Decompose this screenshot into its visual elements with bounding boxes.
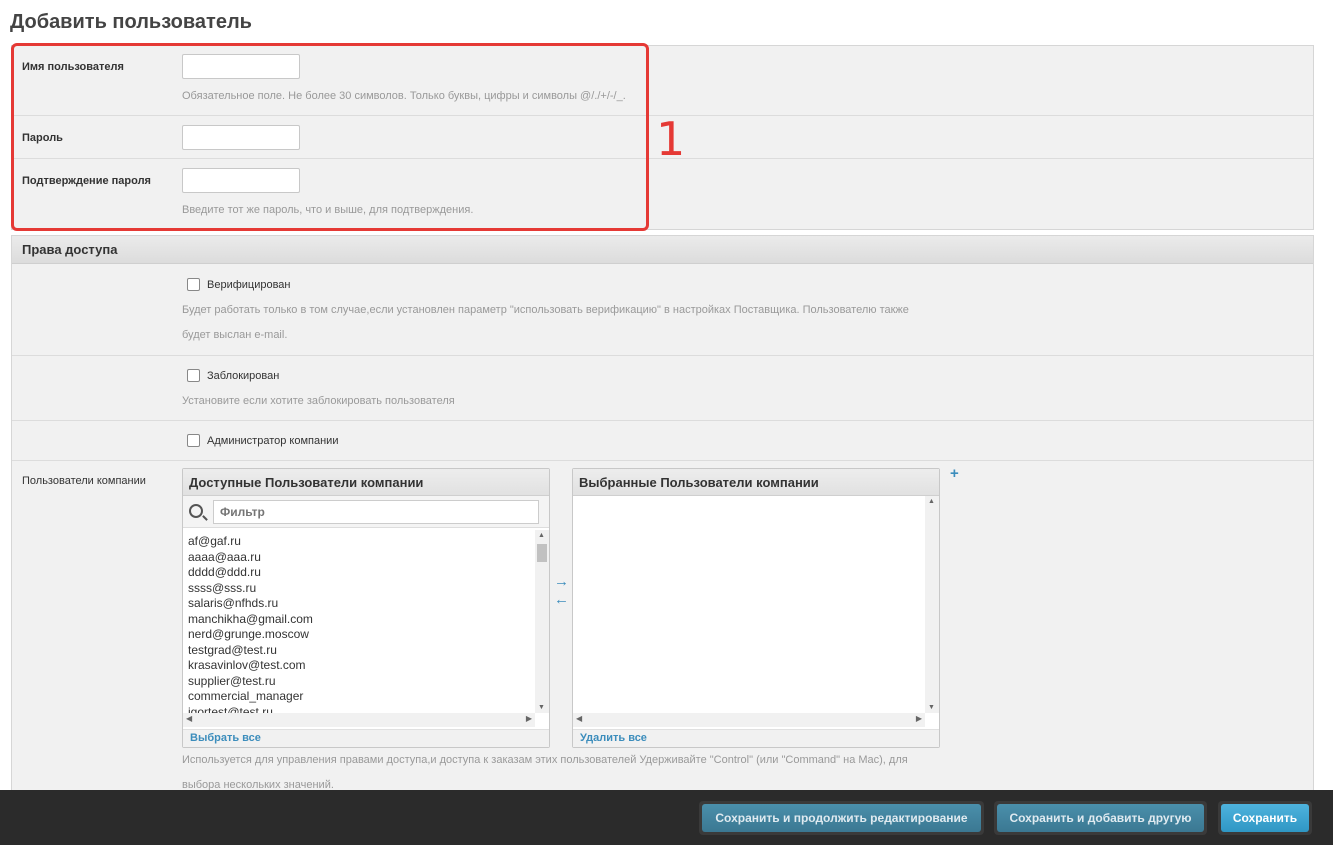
admin-row: Администратор компании — [12, 421, 1313, 461]
chosen-users-box: Выбранные Пользователи компании ▲ ▼ ◀ ▶ … — [572, 468, 940, 748]
annotation-number: 1 — [656, 112, 686, 166]
available-users-title: Доступные Пользователи компании — [183, 469, 549, 496]
scroll-right-icon[interactable]: ▶ — [526, 714, 532, 723]
verified-help: Будет работать только в том случае,если … — [182, 304, 909, 316]
save-button[interactable]: Сохранить — [1218, 801, 1312, 835]
remove-all-link[interactable]: Удалить все — [573, 729, 939, 747]
company-users-help: Используется для управления правами дост… — [182, 754, 908, 766]
available-user-option[interactable]: igortest@test.ru — [188, 705, 530, 714]
available-user-option[interactable]: testgrad@test.ru — [188, 643, 530, 659]
scroll-left-icon[interactable]: ◀ — [576, 714, 582, 723]
page-title: Добавить пользователь — [10, 11, 252, 33]
blocked-row: Заблокирован Установите если хотите забл… — [12, 356, 1313, 421]
blocked-checkbox[interactable] — [187, 369, 200, 382]
save-continue-label: Сохранить и продолжить редактирование — [702, 804, 981, 832]
available-user-option[interactable]: af@gaf.ru — [188, 534, 530, 550]
save-continue-button[interactable]: Сохранить и продолжить редактирование — [699, 801, 984, 835]
available-user-option[interactable]: commercial_manager — [188, 689, 530, 705]
scroll-thumb[interactable] — [537, 544, 547, 562]
verified-label: Верифицирован — [207, 279, 291, 291]
chosen-users-title: Выбранные Пользователи компании — [573, 469, 939, 496]
admin-label: Администратор компании — [207, 435, 339, 447]
blocked-label: Заблокирован — [207, 370, 280, 382]
save-add-another-label: Сохранить и добавить другую — [997, 804, 1204, 832]
add-user-plus-icon[interactable]: + — [950, 465, 959, 482]
add-arrow-icon[interactable]: → — [554, 573, 569, 590]
remove-arrow-icon[interactable]: ← — [554, 591, 569, 608]
search-icon — [189, 504, 203, 518]
scroll-down-icon[interactable]: ▼ — [928, 704, 935, 711]
blocked-help: Установите если хотите заблокировать пол… — [182, 395, 455, 407]
filter-bar — [183, 496, 549, 528]
available-user-option[interactable]: ssss@sss.ru — [188, 581, 530, 597]
chosen-users-list[interactable] — [573, 496, 925, 713]
available-user-option[interactable]: dddd@ddd.ru — [188, 565, 530, 581]
company-users-row: Пользователи компании Доступные Пользова… — [12, 461, 1313, 796]
select-all-link[interactable]: Выбрать все — [183, 729, 549, 747]
submit-row: Сохранить и продолжить редактирование Со… — [0, 790, 1333, 845]
scroll-right-icon[interactable]: ▶ — [916, 714, 922, 723]
available-vertical-scrollbar[interactable]: ▲ ▼ — [535, 530, 549, 713]
permissions-header: Права доступа — [12, 236, 1313, 264]
available-user-option[interactable]: krasavinlov@test.com — [188, 658, 530, 674]
available-user-option[interactable]: aaaa@aaa.ru — [188, 550, 530, 566]
admin-checkbox[interactable] — [187, 434, 200, 447]
scroll-down-icon[interactable]: ▼ — [538, 704, 545, 711]
annotation-highlight-box — [11, 43, 649, 231]
scroll-left-icon[interactable]: ◀ — [186, 714, 192, 723]
filter-input[interactable] — [213, 500, 539, 524]
scroll-up-icon[interactable]: ▲ — [928, 498, 935, 505]
chosen-vertical-scrollbar[interactable]: ▲ ▼ — [925, 496, 939, 713]
available-users-list[interactable]: af@gaf.ru aaaa@aaa.ru dddd@ddd.ru ssss@sss.… — [183, 530, 535, 713]
available-user-option[interactable]: salaris@nfhds.ru — [188, 596, 530, 612]
available-users-box: Доступные Пользователи компании af@gaf.r… — [182, 468, 550, 748]
save-add-another-button[interactable]: Сохранить и добавить другую — [994, 801, 1207, 835]
available-user-option[interactable]: supplier@test.ru — [188, 674, 530, 690]
verified-row: Верифицирован Будет работать только в то… — [12, 264, 1313, 356]
save-label: Сохранить — [1221, 804, 1309, 832]
chosen-horizontal-scrollbar[interactable]: ◀ ▶ — [573, 713, 925, 727]
available-horizontal-scrollbar[interactable]: ◀ ▶ — [183, 713, 535, 727]
available-user-option[interactable]: manchikha@gmail.com — [188, 612, 530, 628]
verified-checkbox[interactable] — [187, 278, 200, 291]
verified-help-cont: будет выслан e-mail. — [182, 329, 288, 341]
available-user-option[interactable]: nerd@grunge.moscow — [188, 627, 530, 643]
scroll-up-icon[interactable]: ▲ — [538, 532, 545, 539]
permissions-section: Права доступа Верифицирован Будет работа… — [11, 235, 1314, 795]
company-users-label: Пользователи компании — [22, 475, 146, 487]
